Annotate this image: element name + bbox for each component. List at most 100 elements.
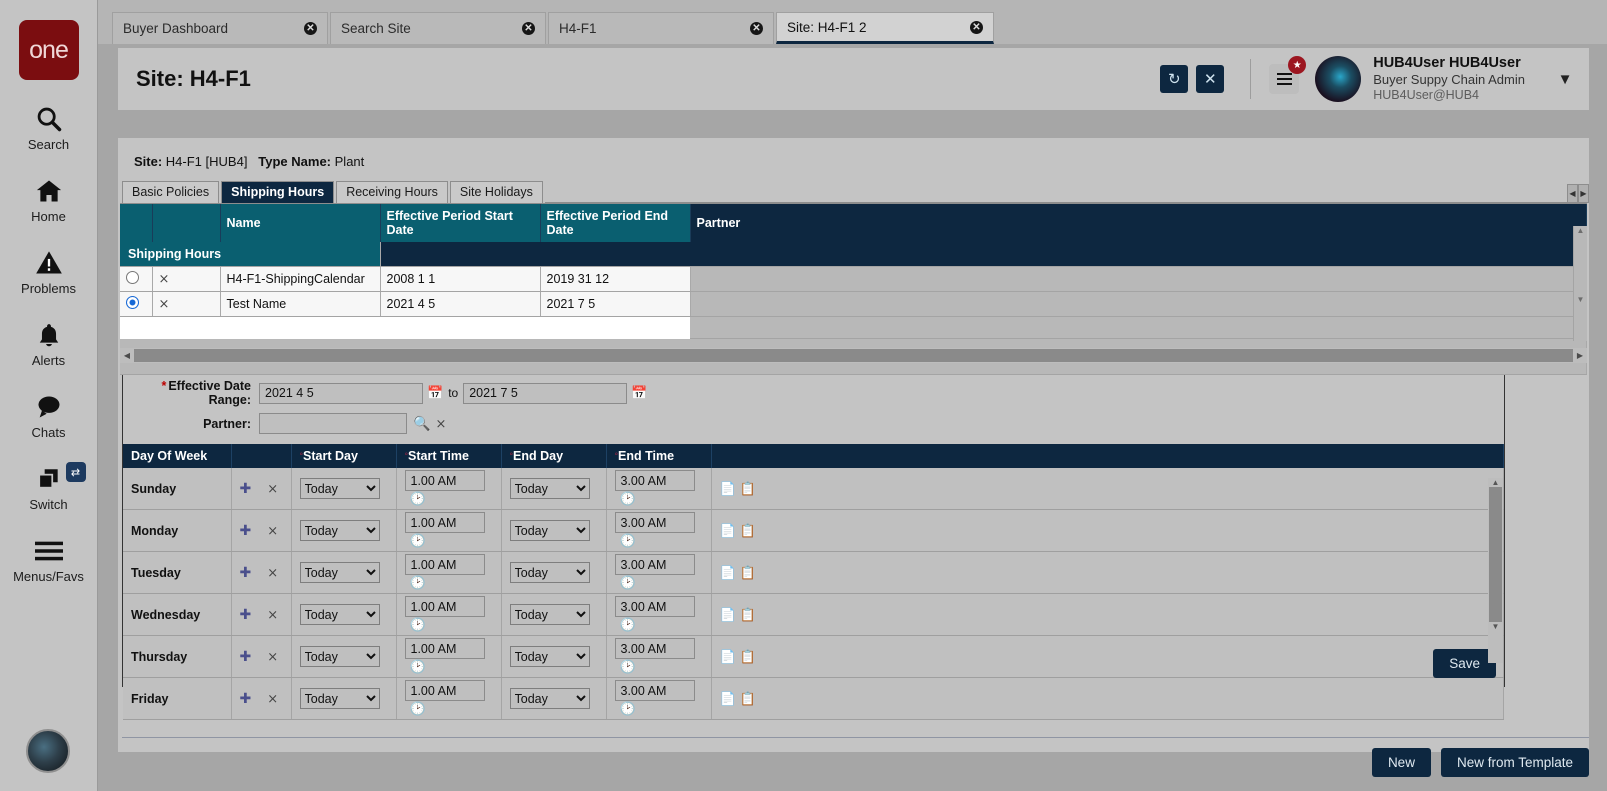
table-row[interactable]: Sunday✚⨯TodayNext Day1.00 AM🕑TodayNext D… — [123, 468, 1504, 510]
end-time-input[interactable]: 3.00 AM — [615, 596, 695, 617]
clock-icon[interactable]: 🕑 — [620, 533, 636, 548]
end-time-input[interactable]: 3.00 AM — [615, 554, 695, 575]
add-icon[interactable]: ✚ — [240, 522, 252, 538]
browser-tab-search-site[interactable]: Search Site ✕ — [330, 12, 546, 44]
avatar[interactable] — [26, 729, 70, 773]
delete-icon[interactable]: ⨯ — [267, 649, 278, 664]
sidebar-item-home[interactable]: Home — [0, 174, 98, 224]
table-row[interactable]: ⨯ Test Name 2021 4 5 2021 7 5 — [120, 292, 1587, 317]
grid-horizontal-scrollbar[interactable]: ◀ ▶ — [120, 348, 1587, 363]
paste-icon[interactable]: 📋 — [740, 481, 756, 496]
end-day-select[interactable]: TodayNext Day — [510, 646, 590, 667]
tab-scroll-right-icon[interactable]: ▶ — [1578, 184, 1589, 203]
scroll-thumb[interactable] — [134, 349, 1573, 362]
clock-icon[interactable]: 🕑 — [620, 701, 636, 716]
sidebar-item-menus-favs[interactable]: Menus/Favs — [0, 534, 98, 584]
new-from-template-button[interactable]: New from Template — [1441, 748, 1589, 777]
clock-icon[interactable]: 🕑 — [620, 491, 636, 506]
grid-col-end-date[interactable]: Effective Period End Date — [540, 204, 690, 242]
grid-col-partner[interactable]: Partner — [690, 204, 1587, 242]
grid-vertical-scrollbar[interactable]: ▲ ▼ — [1573, 226, 1587, 341]
sidebar-item-chats[interactable]: Chats — [0, 390, 98, 440]
delete-icon[interactable]: ⨯ — [267, 565, 278, 580]
browser-tab-buyer-dashboard[interactable]: Buyer Dashboard ✕ — [112, 12, 328, 44]
start-time-input[interactable]: 1.00 AM — [405, 470, 485, 491]
close-icon[interactable]: ✕ — [750, 22, 763, 35]
add-icon[interactable]: ✚ — [240, 648, 252, 664]
clock-icon[interactable]: 🕑 — [620, 659, 636, 674]
end-day-select[interactable]: TodayNext Day — [510, 604, 590, 625]
clock-icon[interactable]: 🕑 — [410, 533, 426, 548]
refresh-icon[interactable]: ↻ — [1160, 65, 1188, 93]
clock-icon[interactable]: 🕑 — [620, 617, 636, 632]
table-row[interactable]: Monday✚⨯TodayNext Day1.00 AM🕑TodayNext D… — [123, 510, 1504, 552]
scroll-up-icon[interactable]: ▲ — [1488, 478, 1503, 487]
sidebar-item-alerts[interactable]: Alerts — [0, 318, 98, 368]
start-day-select[interactable]: TodayNext Day — [300, 520, 380, 541]
scroll-left-icon[interactable]: ◀ — [120, 351, 134, 360]
save-button[interactable]: Save — [1433, 649, 1496, 678]
add-icon[interactable]: ✚ — [240, 690, 252, 706]
scroll-down-icon[interactable]: ▼ — [1574, 295, 1587, 304]
tab-shipping-hours[interactable]: Shipping Hours — [221, 181, 334, 203]
sidebar-item-search[interactable]: Search — [0, 102, 98, 152]
table-row[interactable]: Friday✚⨯TodayNext Day1.00 AM🕑TodayNext D… — [123, 678, 1504, 720]
copy-icon[interactable]: 📄 — [720, 565, 736, 580]
tab-site-holidays[interactable]: Site Holidays — [450, 181, 543, 203]
tab-receiving-hours[interactable]: Receiving Hours — [336, 181, 448, 203]
sidebar-item-switch[interactable]: ⇄ Switch — [0, 462, 98, 512]
row-delete[interactable]: ⨯ — [152, 267, 220, 292]
start-time-input[interactable]: 1.00 AM — [405, 554, 485, 575]
menu-button[interactable]: ★ — [1269, 64, 1299, 94]
row-radio[interactable] — [120, 292, 152, 317]
paste-icon[interactable]: 📋 — [740, 565, 756, 580]
tab-basic-policies[interactable]: Basic Policies — [122, 181, 219, 203]
start-day-select[interactable]: TodayNext Day — [300, 688, 380, 709]
delete-icon[interactable]: ⨯ — [159, 271, 170, 286]
new-button[interactable]: New — [1372, 748, 1431, 777]
paste-icon[interactable]: 📋 — [740, 649, 756, 664]
add-icon[interactable]: ✚ — [240, 564, 252, 580]
app-logo[interactable]: one — [19, 20, 79, 80]
start-day-select[interactable]: TodayNext Day — [300, 478, 380, 499]
table-row[interactable]: Thursday✚⨯TodayNext Day1.00 AM🕑TodayNext… — [123, 636, 1504, 678]
end-day-select[interactable]: TodayNext Day — [510, 688, 590, 709]
copy-icon[interactable]: 📄 — [720, 523, 736, 538]
clear-icon[interactable]: ⨯ — [435, 416, 446, 432]
scroll-right-icon[interactable]: ▶ — [1573, 351, 1587, 360]
tab-scroll-left-icon[interactable]: ◀ — [1567, 184, 1578, 203]
delete-icon[interactable]: ⨯ — [159, 296, 170, 311]
clock-icon[interactable]: 🕑 — [620, 575, 636, 590]
clock-icon[interactable]: 🕑 — [410, 617, 426, 632]
copy-icon[interactable]: 📄 — [720, 607, 736, 622]
table-row[interactable]: ⨯ H4-F1-ShippingCalendar 2008 1 1 2019 3… — [120, 267, 1587, 292]
delete-icon[interactable]: ⨯ — [267, 691, 278, 706]
end-time-input[interactable]: 3.00 AM — [615, 680, 695, 701]
clock-icon[interactable]: 🕑 — [410, 659, 426, 674]
end-time-input[interactable]: 3.00 AM — [615, 470, 695, 491]
browser-tab-site-h4f1-2[interactable]: Site: H4-F1 2 ✕ — [776, 12, 994, 44]
table-row[interactable]: Tuesday✚⨯TodayNext Day1.00 AM🕑TodayNext … — [123, 552, 1504, 594]
date-from-input[interactable]: 2021 4 5 — [259, 383, 423, 404]
calendar-icon[interactable]: 📅 — [427, 385, 443, 401]
table-row[interactable]: Wednesday✚⨯TodayNext Day1.00 AM🕑TodayNex… — [123, 594, 1504, 636]
paste-icon[interactable]: 📋 — [740, 691, 756, 706]
copy-icon[interactable]: 📄 — [720, 649, 736, 664]
copy-icon[interactable]: 📄 — [720, 691, 736, 706]
grid-col-name[interactable]: Name — [220, 204, 380, 242]
scroll-up-icon[interactable]: ▲ — [1574, 226, 1587, 235]
close-icon[interactable]: ✕ — [522, 22, 535, 35]
calendar-icon[interactable]: 📅 — [631, 385, 647, 401]
partner-input[interactable] — [259, 413, 407, 434]
delete-icon[interactable]: ⨯ — [267, 523, 278, 538]
start-day-select[interactable]: TodayNext Day — [300, 646, 380, 667]
delete-icon[interactable]: ⨯ — [267, 607, 278, 622]
close-icon[interactable]: ✕ — [304, 22, 317, 35]
close-icon[interactable]: ✕ — [1196, 65, 1224, 93]
copy-icon[interactable]: 📄 — [720, 481, 736, 496]
grid-col-start-date[interactable]: Effective Period Start Date — [380, 204, 540, 242]
clock-icon[interactable]: 🕑 — [410, 491, 426, 506]
end-day-select[interactable]: TodayNext Day — [510, 520, 590, 541]
radio-icon-selected[interactable] — [126, 296, 139, 309]
add-icon[interactable]: ✚ — [240, 480, 252, 496]
